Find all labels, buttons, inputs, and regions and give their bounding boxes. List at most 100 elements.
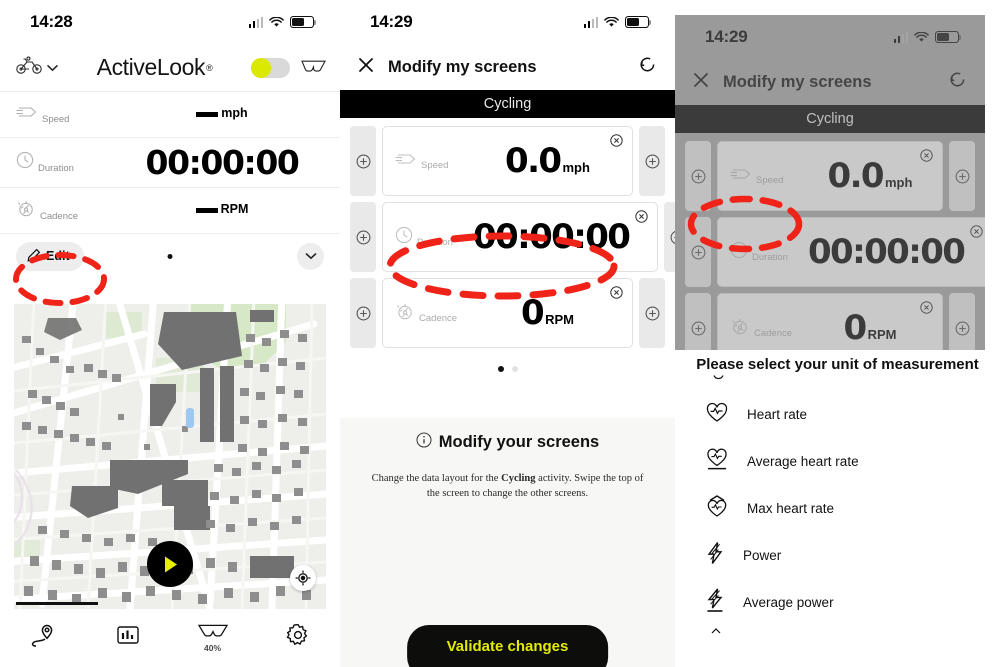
close-icon[interactable]	[358, 57, 374, 78]
add-right-button[interactable]	[949, 141, 975, 211]
card-label: Duration	[752, 252, 788, 263]
card-value-group: 0 RPM	[481, 296, 614, 330]
option-heart-rate[interactable]: Heart rate	[689, 391, 986, 438]
metric-label-group: Cadence	[16, 199, 120, 222]
screen-slot-row: Cadence 0 RPM	[675, 293, 985, 350]
metric-card-duration[interactable]: Duration 00:00:00	[382, 202, 659, 272]
activity-name: Cycling	[483, 96, 532, 112]
remove-circle-icon[interactable]	[920, 149, 933, 167]
info-body-pre: Change the data layout for the	[371, 473, 502, 484]
tab-settings[interactable]	[255, 609, 340, 667]
status-bar: 14:29	[340, 0, 675, 44]
remove-circle-icon[interactable]	[920, 301, 933, 319]
metric-card-cadence[interactable]: Cadence 0 RPM	[382, 278, 633, 348]
remove-circle-icon[interactable]	[610, 134, 623, 152]
card-value-group: 00:00:00	[808, 235, 966, 269]
battery-icon	[290, 16, 317, 28]
add-left-button[interactable]	[350, 202, 376, 272]
map-view[interactable]	[14, 304, 326, 609]
metric-label: Duration	[38, 162, 74, 174]
dimmed-content: 14:29 Modify my screens Cycling Speed 0.…	[675, 15, 985, 350]
clock-icon	[395, 226, 413, 249]
battery-icon	[935, 31, 962, 43]
status-icons	[248, 16, 317, 28]
info-body-activity: Cycling	[501, 473, 536, 484]
card-value: 00:00:00	[808, 232, 966, 272]
metric-card-cadence[interactable]: Cadence 0 RPM	[717, 293, 943, 350]
reset-icon[interactable]	[638, 55, 657, 79]
cellular-signal-icon	[248, 16, 263, 28]
tab-activity[interactable]	[85, 609, 170, 667]
card-value: 00:00:00	[473, 217, 631, 257]
status-time: 14:29	[705, 27, 748, 46]
start-activity-button[interactable]	[147, 541, 193, 587]
clock-icon	[730, 241, 748, 264]
tab-glasses[interactable]: 40%	[170, 609, 255, 667]
play-icon	[162, 555, 179, 574]
remove-circle-icon[interactable]	[610, 286, 623, 304]
metric-card-speed[interactable]: Speed 0.0 mph	[382, 126, 633, 196]
option-power[interactable]: Power	[689, 532, 986, 579]
card-value: 0.0	[827, 156, 885, 196]
add-left-button[interactable]	[685, 141, 711, 211]
card-label-group: Speed	[395, 151, 487, 172]
pagination-dot-2[interactable]	[511, 366, 518, 372]
add-left-button[interactable]	[350, 126, 376, 196]
sport-selector[interactable]	[16, 56, 58, 79]
option-label: Average heart rate	[747, 454, 859, 469]
page-dot	[167, 253, 173, 259]
average-heart-rate-icon	[705, 448, 729, 476]
option-label: Power	[743, 548, 782, 563]
close-icon[interactable]	[693, 72, 709, 93]
metric-label-group: Duration	[16, 151, 120, 174]
power-bolt-icon	[705, 541, 725, 570]
remove-circle-icon[interactable]	[970, 225, 984, 243]
add-right-button[interactable]	[639, 278, 665, 348]
screen-slot-row: Speed 0.0 mph	[675, 141, 985, 211]
brand-text: ActiveLook	[96, 54, 206, 80]
metric-label: Speed	[42, 113, 70, 125]
screen-pagination[interactable]	[340, 354, 675, 382]
bottom-tab-bar: 40%	[0, 609, 340, 667]
option-max-heart-rate[interactable]: Max heart rate	[689, 485, 986, 532]
reset-icon[interactable]	[948, 70, 967, 94]
activity-title-bar[interactable]: Cycling	[675, 105, 985, 133]
page-title: Modify my screens	[388, 57, 537, 76]
value-placeholder-dash	[195, 208, 218, 213]
add-right-button[interactable]	[664, 202, 675, 272]
edit-button[interactable]: Edit	[16, 241, 84, 271]
info-title: Modify your screens	[438, 433, 600, 451]
tab-route[interactable]	[0, 609, 85, 667]
metric-card-speed[interactable]: Speed 0.0 mph	[717, 141, 943, 211]
metric-row-cadence: Cadence RPM	[0, 188, 340, 234]
remove-circle-icon[interactable]	[635, 210, 649, 228]
card-label-group: Cadence	[395, 302, 487, 325]
glasses-connection-toggle[interactable]	[251, 57, 290, 78]
add-left-button[interactable]	[685, 293, 711, 350]
option-average-heart-rate[interactable]: Average heart rate	[689, 438, 986, 485]
card-label: Cadence	[419, 313, 458, 324]
locate-me-button[interactable]	[290, 565, 316, 591]
card-label: Duration	[417, 237, 453, 248]
metric-value-group: 00:00:00	[120, 146, 324, 179]
validate-changes-button[interactable]: Validate changes	[406, 625, 609, 667]
battery-icon	[625, 16, 652, 28]
cellular-signal-icon	[893, 31, 908, 43]
glasses-icon[interactable]	[301, 59, 326, 77]
add-right-button[interactable]	[949, 293, 975, 350]
add-right-button[interactable]	[639, 126, 665, 196]
chevron-down-icon	[305, 247, 317, 265]
add-left-button[interactable]	[685, 217, 711, 287]
metric-card-duration[interactable]: Duration 00:00:00	[717, 217, 985, 287]
activity-title-bar[interactable]: Cycling	[340, 90, 675, 118]
card-label-group: Cadence	[730, 317, 822, 340]
option-average-power[interactable]: Average power	[689, 579, 986, 626]
card-unit: mph	[562, 160, 590, 175]
add-left-button[interactable]	[350, 278, 376, 348]
card-value-group: 0 RPM	[816, 311, 924, 345]
wifi-icon	[269, 16, 284, 28]
pagination-dot-1[interactable]	[497, 366, 504, 372]
speed-arrow-icon	[395, 151, 417, 172]
gear-icon	[286, 623, 310, 652]
expand-button[interactable]	[297, 242, 324, 270]
